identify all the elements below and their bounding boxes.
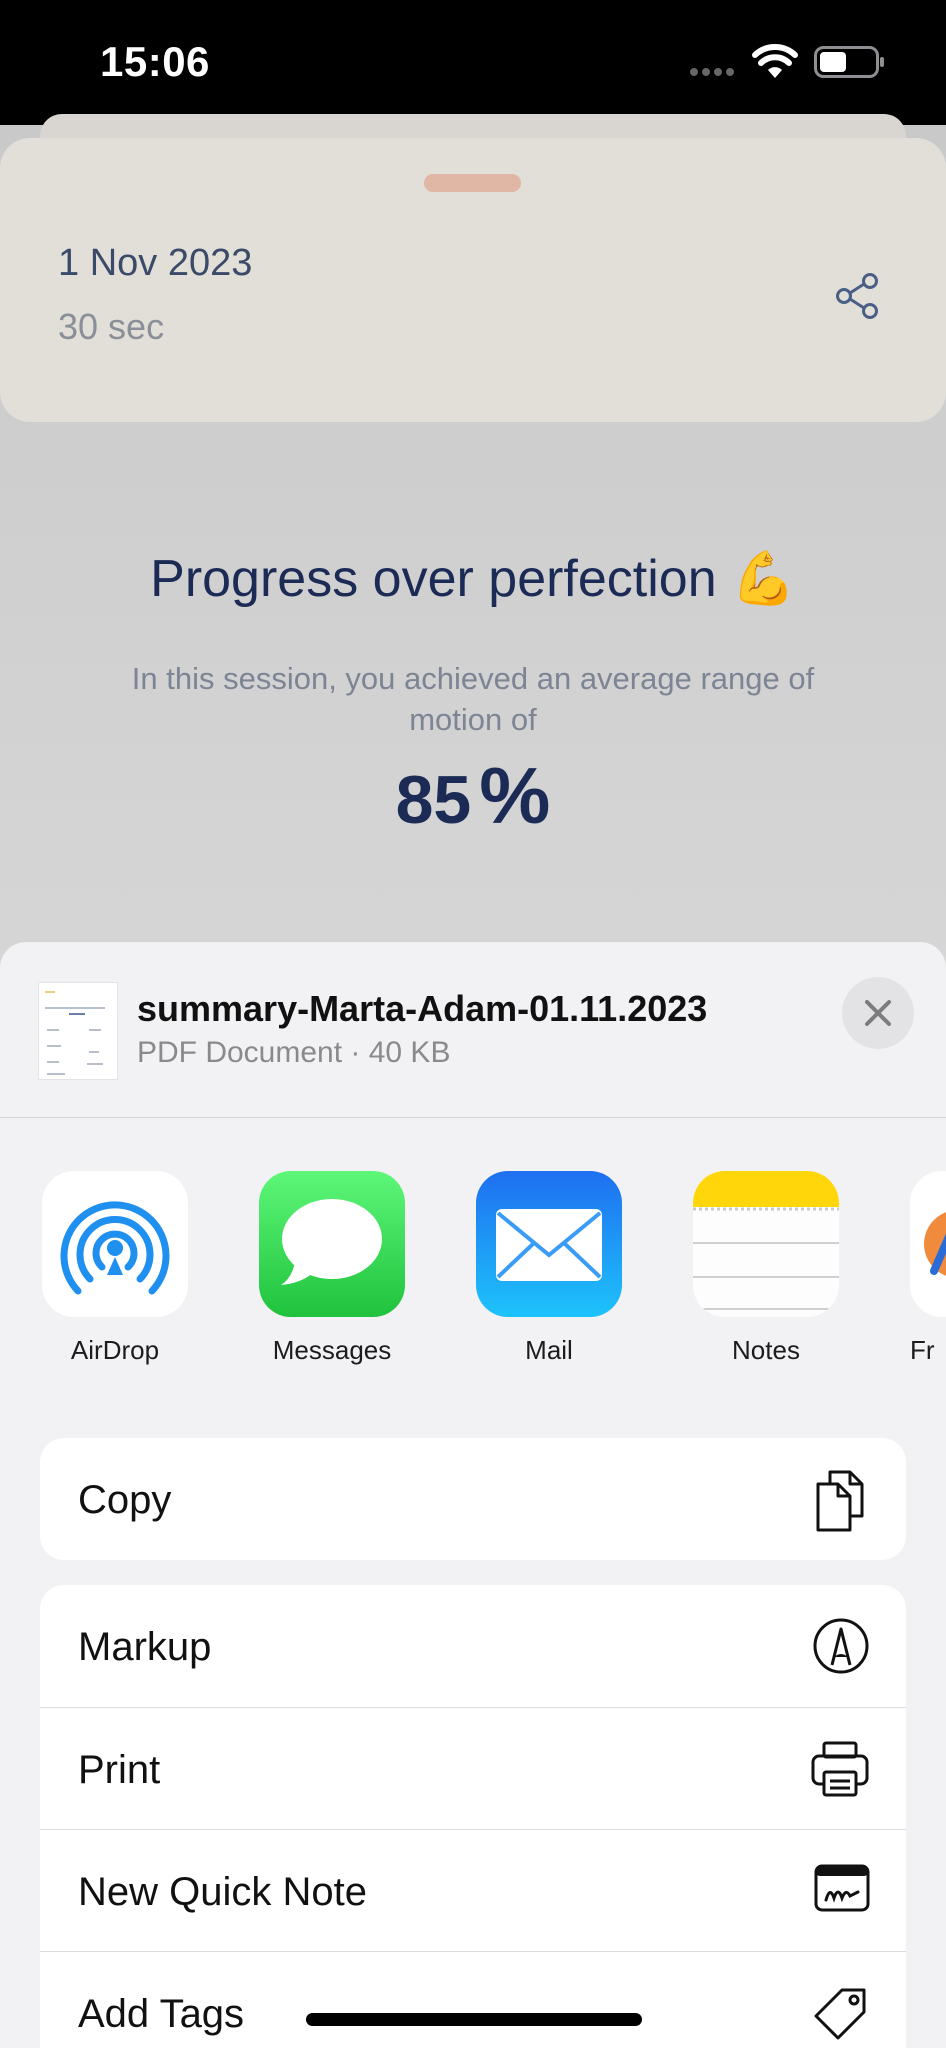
cellular-signal-icon — [690, 68, 734, 76]
quick-note-icon — [814, 1864, 870, 1912]
battery-icon — [814, 46, 884, 78]
share-app-messages[interactable]: Messages — [259, 1171, 405, 1371]
card-grabber[interactable] — [424, 174, 521, 192]
action-label: New Quick Note — [78, 1870, 367, 1914]
share-sheet-header: summary-Marta-Adam-01.11.2023 PDF Docume… — [0, 942, 946, 1118]
action-markup[interactable]: Markup — [40, 1585, 906, 1707]
session-duration: 30 sec — [58, 306, 165, 347]
tag-icon — [814, 1988, 866, 2040]
share-apps-row: AirDrop Messages Mail Notes Fr — [0, 1171, 946, 1371]
range-of-motion-value: 85% — [0, 750, 946, 842]
app-label: Notes — [732, 1335, 800, 1365]
action-new-quick-note[interactable]: New Quick Note — [40, 1829, 906, 1951]
action-print[interactable]: Print — [40, 1707, 906, 1829]
percentage-number: 85 — [395, 762, 472, 838]
wifi-icon — [752, 44, 798, 78]
percentage-unit: % — [479, 751, 551, 840]
document-meta: PDF Document · 40 KB — [137, 1036, 451, 1069]
summary-headline: Progress over perfection 💪 — [0, 548, 946, 609]
action-add-tags[interactable]: Add Tags — [40, 1951, 906, 2048]
action-copy[interactable]: Copy — [40, 1438, 906, 1560]
markup-icon — [813, 1618, 869, 1674]
actions-group-more: Markup Print New Quick Note Add Tags — [40, 1585, 906, 2048]
freeform-icon — [910, 1171, 946, 1317]
action-label: Add Tags — [78, 1992, 245, 2036]
app-label: Mail — [525, 1335, 573, 1365]
share-sheet: summary-Marta-Adam-01.11.2023 PDF Docume… — [0, 942, 946, 2048]
app-label: Fr — [910, 1335, 935, 1365]
flexed-biceps-icon: 💪 — [731, 550, 796, 608]
share-app-mail[interactable]: Mail — [476, 1171, 622, 1371]
copy-icon — [816, 1470, 864, 1532]
document-title: summary-Marta-Adam-01.11.2023 — [137, 988, 708, 1029]
status-time: 15:06 — [100, 38, 210, 85]
notes-icon — [693, 1171, 839, 1317]
share-app-freeform[interactable]: Fr — [910, 1171, 946, 1371]
session-card: 1 Nov 2023 30 sec — [0, 138, 946, 422]
status-bar: 15:06 — [0, 0, 946, 125]
home-indicator[interactable] — [306, 2013, 642, 2026]
share-app-airdrop[interactable]: AirDrop — [42, 1171, 188, 1371]
session-date: 1 Nov 2023 — [58, 242, 253, 284]
print-icon — [811, 1741, 869, 1797]
messages-icon — [259, 1171, 405, 1317]
actions-group-copy: Copy — [40, 1438, 906, 1560]
action-label: Markup — [78, 1625, 212, 1669]
header-divider — [0, 1117, 946, 1118]
app-label: Messages — [272, 1335, 392, 1365]
close-icon — [865, 1000, 891, 1026]
airdrop-icon — [42, 1171, 188, 1317]
action-label: Copy — [78, 1478, 172, 1522]
app-label: AirDrop — [70, 1335, 160, 1365]
share-icon[interactable] — [834, 272, 880, 320]
share-app-notes[interactable]: Notes — [693, 1171, 839, 1371]
close-button[interactable] — [842, 977, 914, 1049]
headline-text: Progress over perfection — [150, 550, 717, 608]
document-thumbnail — [38, 982, 118, 1080]
summary-description: In this session, you achieved an average… — [131, 661, 815, 737]
action-label: Print — [78, 1748, 161, 1792]
mail-icon — [476, 1171, 622, 1317]
